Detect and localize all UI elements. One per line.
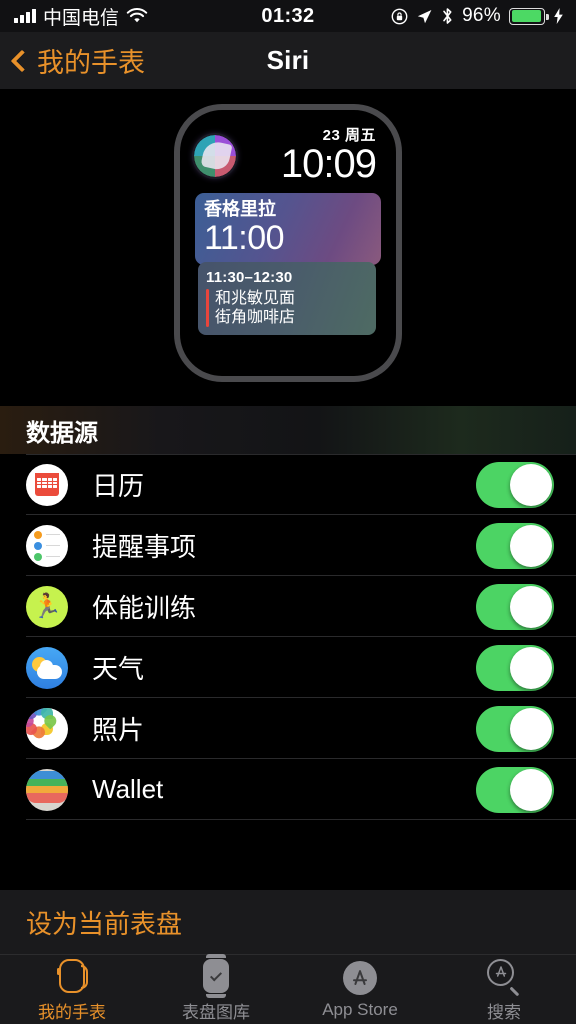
- battery-percent-label: 96%: [462, 5, 501, 26]
- list-item-reminders[interactable]: 提醒事项: [0, 515, 576, 576]
- watch-date: 23 周五: [322, 127, 376, 144]
- toggle-weather[interactable]: [476, 644, 554, 691]
- list-item-label: Wallet: [92, 774, 164, 804]
- weather-icon: [26, 646, 68, 689]
- list-item-workout[interactable]: 🏃 体能训练: [0, 576, 576, 637]
- list-item-label: 日历: [92, 471, 145, 501]
- siri-watch-face-settings-screen: 中国电信 01:32 96% 我的手表 Siri 23 周五 10:09 香格里…: [0, 0, 576, 1024]
- set-as-current-watch-face-button[interactable]: 设为当前表盘: [0, 890, 576, 954]
- battery-icon: [509, 7, 549, 25]
- set-as-current-watch-face-label: 设为当前表盘: [26, 908, 183, 939]
- event-body: 和兆敏见面 街角咖啡店: [206, 288, 368, 327]
- list-item-label: 体能训练: [92, 593, 197, 623]
- tab-label: App Store: [322, 1000, 398, 1019]
- siri-orb-icon: [194, 135, 236, 178]
- tab-bar: 我的手表 表盘图库 App Store 搜索: [0, 953, 576, 1024]
- event-text: 和兆敏见面 街角咖啡店: [215, 289, 295, 327]
- section-header-data-sources: 数据源: [0, 406, 576, 454]
- status-bar-right: 96%: [391, 5, 576, 27]
- list-item-calendar[interactable]: 日历: [0, 454, 576, 515]
- tab-label: 搜索: [487, 1002, 521, 1022]
- list-item-label: 提醒事项: [92, 532, 197, 562]
- status-bar: 中国电信 01:32 96%: [0, 0, 576, 32]
- toggle-photos[interactable]: [476, 705, 554, 752]
- tab-face-gallery[interactable]: 表盘图库: [144, 953, 288, 1024]
- reminders-icon: [26, 524, 68, 567]
- search-icon: [487, 957, 521, 996]
- siri-card-title: 香格里拉: [204, 198, 276, 219]
- watch-body: 23 周五 10:09 香格里拉 11:00 11:30–12:30 和兆敏见面…: [174, 104, 402, 382]
- data-sources-list: 日历 提醒事项 🏃 体能训练 天气 照片 Wallet: [0, 454, 576, 820]
- event-time-range: 11:30–12:30: [206, 269, 293, 287]
- toggle-reminders[interactable]: [476, 522, 554, 569]
- list-item-label: 天气: [92, 654, 145, 684]
- face-gallery-icon: [203, 953, 229, 998]
- list-item-photos[interactable]: 照片: [0, 698, 576, 759]
- watch-icon: [57, 957, 88, 995]
- event-accent-bar: [206, 288, 209, 327]
- page-title: Siri: [266, 45, 310, 75]
- toggle-workout[interactable]: [476, 583, 554, 630]
- siri-card-calendar: 香格里拉 11:00: [195, 192, 381, 266]
- tab-label: 我的手表: [38, 1002, 106, 1022]
- lightning-bolt-icon: [554, 8, 563, 24]
- event-title: 和兆敏见面: [215, 289, 296, 307]
- bluetooth-icon: [443, 8, 452, 24]
- siri-card-event: 11:30–12:30 和兆敏见面 街角咖啡店: [198, 262, 376, 335]
- watch-face-header: 23 周五 10:09: [186, 116, 390, 185]
- workout-icon: 🏃: [26, 585, 68, 628]
- app-store-icon: [343, 959, 377, 997]
- event-location: 街角咖啡店: [215, 308, 296, 326]
- watch-time: 10:09: [280, 142, 377, 186]
- tab-my-watch[interactable]: 我的手表: [0, 955, 144, 1024]
- photos-icon: [26, 707, 68, 750]
- list-item-label: 照片: [92, 715, 145, 745]
- section-header-label: 数据源: [26, 419, 98, 447]
- siri-card-time: 11:00: [204, 218, 285, 257]
- list-item-wallet[interactable]: Wallet: [0, 759, 576, 820]
- watch-face-screen: 23 周五 10:09 香格里拉 11:00 11:30–12:30 和兆敏见面…: [186, 116, 390, 370]
- wallet-icon: [26, 768, 68, 811]
- navigation-bar: 我的手表 Siri: [0, 32, 576, 90]
- toggle-calendar[interactable]: [476, 461, 554, 508]
- tab-label: 表盘图库: [182, 1002, 250, 1022]
- tab-app-store[interactable]: App Store: [288, 955, 432, 1024]
- calendar-icon: [26, 463, 68, 506]
- list-item-weather[interactable]: 天气: [0, 637, 576, 698]
- tab-search[interactable]: 搜索: [432, 955, 576, 1024]
- watch-face-preview: 23 周五 10:09 香格里拉 11:00 11:30–12:30 和兆敏见面…: [0, 90, 576, 398]
- toggle-wallet[interactable]: [476, 766, 554, 813]
- watch-time-block: 23 周五 10:09: [281, 128, 380, 185]
- rotation-lock-icon: [391, 8, 408, 24]
- location-arrow-icon: [417, 9, 432, 23]
